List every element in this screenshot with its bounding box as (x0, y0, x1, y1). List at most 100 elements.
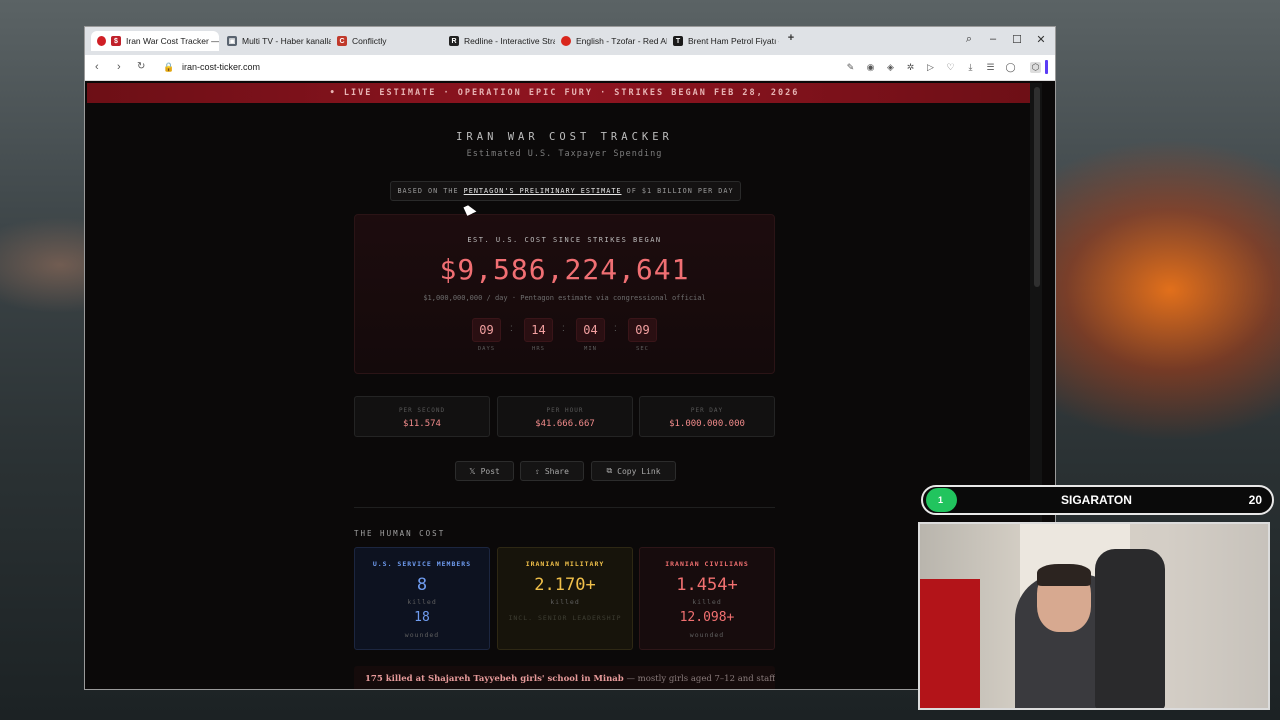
rate-value: $41.666.667 (535, 419, 595, 429)
timer-seconds: 09 (628, 318, 657, 342)
cost-note: $1,000,000,000 / day · Pentagon estimate… (423, 294, 706, 302)
viewer-bar: 1 SIGARATON 20 (921, 485, 1274, 515)
card-title: IRANIAN CIVILIANS (665, 560, 749, 568)
tab-multi-tv[interactable]: ▣ Multi TV - Haber kanalları (221, 31, 331, 51)
play-icon[interactable]: ▷ (925, 62, 936, 73)
killed-count: 2.170+ (534, 575, 596, 595)
copy-link-button[interactable]: ⧉ Copy Link (591, 461, 676, 481)
timer-days: 09 (472, 318, 501, 342)
page-subtitle: Estimated U.S. Taxpayer Spending (466, 149, 663, 159)
camera-icon[interactable]: ◉ (865, 62, 876, 73)
maximize-icon[interactable]: ☐ (1009, 33, 1025, 46)
menu-icon[interactable]: ☰ (985, 62, 996, 73)
tab-label: English - Tzofar - Red Aler (576, 36, 667, 46)
conflictly-favicon-icon: C (337, 36, 347, 46)
streamer-hair (1037, 564, 1091, 586)
download-icon[interactable]: ⤓ (965, 62, 976, 73)
rate-value: $11.574 (403, 419, 441, 429)
scrollbar-thumb[interactable] (1034, 87, 1040, 287)
card-iranian-military: IRANIAN MILITARY 2.170+ killed INCL. SEN… (497, 547, 633, 650)
pentagon-estimate-link[interactable]: PENTAGON'S PRELIMINARY ESTIMATE (464, 187, 622, 195)
card-iranian-civilians: IRANIAN CIVILIANS 1.454+ killed 12.098+ … (639, 547, 775, 650)
opera-icon[interactable] (97, 36, 106, 46)
tab-bar: $ Iran War Cost Tracker — U ▣ Multi TV -… (85, 27, 1055, 55)
timer-days-label: DAYS (477, 346, 496, 352)
tab-label: Multi TV - Haber kanalları (242, 36, 331, 46)
post-button[interactable]: 𝕏 Post (455, 461, 514, 481)
killed-count: 8 (416, 575, 428, 595)
rate-value: $1.000.000.000 (669, 419, 745, 429)
copy-icon: ⧉ (606, 466, 613, 475)
wounded-label: wounded (689, 631, 725, 639)
human-cost-header: THE HUMAN COST (354, 529, 446, 538)
timer-separator: : (510, 323, 513, 334)
timer-separator: : (562, 323, 565, 334)
redline-favicon-icon: R (449, 36, 459, 46)
page-content: • LIVE ESTIMATE · OPERATION EPIC FURY · … (87, 83, 1042, 689)
edit-icon[interactable]: ✎ (845, 62, 856, 73)
rate-label: PER DAY (690, 407, 724, 414)
killed-label: killed (692, 598, 722, 606)
rate-per-day: PER DAY $1.000.000.000 (639, 396, 775, 437)
basis-prefix: BASED ON THE (397, 187, 459, 195)
share-icon: ⇪ (535, 466, 540, 476)
share-label: Share (544, 466, 569, 476)
wounded-count: 18 (414, 610, 430, 625)
reload-icon[interactable]: ↻ (137, 61, 145, 72)
minab-notice: 175 killed at Shajareh Tayyebeh girls' s… (354, 666, 775, 689)
cube-icon[interactable]: ⬡ (1030, 62, 1041, 73)
rate-per-hour: PER HOUR $41.666.667 (497, 396, 633, 437)
tracker-favicon-icon: $ (111, 36, 121, 46)
killed-label: killed (550, 598, 580, 606)
forward-icon[interactable]: › (117, 61, 121, 73)
tab-iran-war-cost-tracker[interactable]: $ Iran War Cost Tracker — U (91, 31, 219, 51)
new-tab-button[interactable]: + (783, 32, 799, 44)
card-title: IRANIAN MILITARY (525, 560, 605, 568)
viewer-count: 20 (1248, 493, 1262, 507)
shield-icon[interactable]: ◈ (885, 62, 896, 73)
search-tabs-icon[interactable]: ⌕ (961, 33, 977, 46)
share-button[interactable]: ⇪ Share (520, 461, 584, 481)
close-icon[interactable]: ✕ (1033, 33, 1049, 46)
rate-label: PER SECOND (398, 407, 446, 414)
level-badge: 1 (926, 488, 957, 512)
sidebar-indicator (1045, 60, 1048, 74)
x-logo-icon: 𝕏 (469, 466, 476, 476)
killed-label: killed (407, 598, 437, 606)
tab-label: Iran War Cost Tracker — U (126, 36, 219, 46)
browser-window: $ Iran War Cost Tracker — U ▣ Multi TV -… (84, 26, 1056, 690)
tab-label: Redline - Interactive Strat (464, 36, 555, 46)
cost-label: EST. U.S. COST SINCE STRIKES BEGAN (467, 236, 662, 244)
timer-hours-label: HRS (532, 346, 545, 352)
card-note: INCL. SENIOR LEADERSHIP (508, 614, 622, 622)
timer-separator: : (614, 323, 617, 334)
card-us-service-members: U.S. SERVICE MEMBERS 8 killed 18 wounded (354, 547, 490, 650)
page-title: IRAN WAR COST TRACKER (456, 131, 673, 143)
card-title: U.S. SERVICE MEMBERS (372, 560, 472, 568)
tab-redline[interactable]: R Redline - Interactive Strat (443, 31, 555, 51)
red-flag (920, 579, 980, 708)
timer-minutes: 04 (576, 318, 605, 342)
url-field[interactable]: iran-cost-ticker.com (182, 62, 260, 72)
extension-icon[interactable]: ✲ (905, 62, 916, 73)
wounded-count: 12.098+ (679, 610, 735, 625)
cost-panel: EST. U.S. COST SINCE STRIKES BEGAN $9,58… (354, 214, 775, 374)
profile-icon[interactable]: ◯ (1005, 62, 1016, 73)
timer-minutes-label: MIN (584, 346, 597, 352)
estimate-basis: BASED ON THE PENTAGON'S PRELIMINARY ESTI… (390, 181, 741, 201)
tab-tzofar[interactable]: English - Tzofar - Red Aler (555, 31, 667, 51)
back-icon[interactable]: ‹ (95, 61, 99, 73)
tab-conflictly[interactable]: C Conflictly (331, 31, 441, 51)
minimize-icon[interactable]: – (985, 33, 1001, 45)
live-banner: • LIVE ESTIMATE · OPERATION EPIC FURY · … (87, 83, 1042, 103)
heart-icon[interactable]: ♡ (945, 62, 956, 73)
rate-per-second: PER SECOND $11.574 (354, 396, 490, 437)
killed-count: 1.454+ (676, 575, 738, 595)
wounded-label: wounded (404, 631, 440, 639)
viewer-name: SIGARATON (1061, 493, 1132, 507)
basis-suffix: OF $1 BILLION PER DAY (626, 187, 734, 195)
post-label: Post (480, 466, 500, 476)
rate-label: PER HOUR (546, 407, 584, 414)
tab-brent-petrol[interactable]: T Brent Ham Petrol Fiyatı — (667, 31, 779, 51)
tradingview-favicon-icon: T (673, 36, 683, 46)
